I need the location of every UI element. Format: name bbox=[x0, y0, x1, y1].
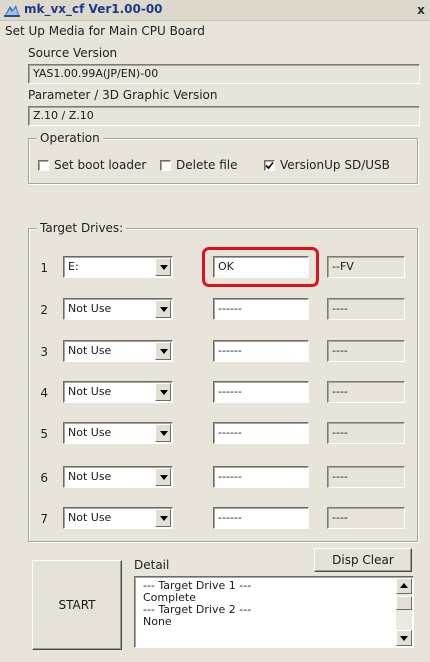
drive-select-value: E: bbox=[68, 260, 79, 273]
checkbox-label: VersionUp SD/USB bbox=[280, 158, 390, 172]
drive-status-6: ------ bbox=[213, 466, 309, 488]
checkbox-box[interactable] bbox=[160, 159, 171, 171]
drive-status-3: ------ bbox=[213, 340, 309, 362]
app-window: mk_vx_cf Ver1.00-00 x Set Up Media for M… bbox=[0, 0, 430, 662]
parameter-version-value: Z.10 / Z.10 bbox=[28, 106, 420, 126]
drive-select-value: Not Use bbox=[68, 426, 112, 439]
scroll-thumb[interactable] bbox=[396, 596, 412, 610]
parameter-version-label: Parameter / 3D Graphic Version bbox=[28, 88, 218, 102]
checkbox-label: Delete file bbox=[176, 158, 238, 172]
delete-file-checkbox[interactable]: Delete file bbox=[160, 158, 238, 172]
drive-fv-3: ---- bbox=[327, 340, 405, 362]
close-button[interactable]: x bbox=[414, 2, 428, 18]
drive-select-7[interactable]: Not Use bbox=[63, 507, 173, 529]
chevron-down-icon[interactable] bbox=[155, 342, 171, 360]
set-boot-loader-checkbox[interactable]: Set boot loader bbox=[38, 158, 146, 172]
drive-select-value: Not Use bbox=[68, 385, 112, 398]
drive-row-number: 1 bbox=[40, 261, 48, 275]
drive-select-1[interactable]: E: bbox=[63, 256, 173, 278]
chevron-down-icon[interactable] bbox=[155, 509, 171, 527]
drive-status-2: ------ bbox=[213, 298, 309, 320]
drive-row-number: 5 bbox=[40, 427, 48, 441]
drive-status-5: ------ bbox=[213, 422, 309, 444]
checkbox-label: Set boot loader bbox=[54, 158, 147, 172]
highlight-box bbox=[202, 247, 319, 287]
drive-status-7: ------ bbox=[213, 507, 309, 529]
disp-clear-button[interactable]: Disp Clear bbox=[314, 548, 412, 572]
drive-select-value: Not Use bbox=[68, 302, 112, 315]
operation-group-title: Operation bbox=[37, 131, 103, 145]
target-drives-group-title: Target Drives: bbox=[37, 221, 127, 235]
drive-row-number: 3 bbox=[40, 345, 48, 359]
detail-line: None bbox=[143, 615, 172, 628]
checkbox-box[interactable] bbox=[264, 159, 275, 171]
drive-select-5[interactable]: Not Use bbox=[63, 422, 173, 444]
chevron-down-icon[interactable] bbox=[155, 383, 171, 401]
detail-label: Detail bbox=[134, 558, 170, 572]
drive-status-4: ------ bbox=[213, 381, 309, 403]
scroll-up-icon[interactable] bbox=[396, 578, 412, 594]
check-mark-icon bbox=[265, 161, 274, 169]
chevron-down-icon[interactable] bbox=[155, 258, 171, 276]
chevron-down-icon[interactable] bbox=[155, 424, 171, 442]
drive-select-value: Not Use bbox=[68, 470, 112, 483]
detail-log-text: --- Target Drive 1 --- Complete --- Targ… bbox=[143, 580, 393, 628]
drive-select-6[interactable]: Not Use bbox=[63, 466, 173, 488]
drive-fv-6: ---- bbox=[327, 466, 405, 488]
checkbox-box[interactable] bbox=[38, 159, 49, 171]
start-button[interactable]: START bbox=[32, 560, 122, 650]
subtitle: Set Up Media for Main CPU Board bbox=[5, 24, 205, 38]
drive-select-value: Not Use bbox=[68, 344, 112, 357]
drive-row-number: 6 bbox=[40, 471, 48, 485]
drive-fv-2: ---- bbox=[327, 298, 405, 320]
drive-select-3[interactable]: Not Use bbox=[63, 340, 173, 362]
window-title: mk_vx_cf Ver1.00-00 bbox=[24, 2, 163, 16]
versionup-sd-usb-checkbox[interactable]: VersionUp SD/USB bbox=[264, 158, 390, 172]
app-icon bbox=[4, 5, 20, 17]
drive-row-number: 7 bbox=[40, 512, 48, 526]
drive-select-value: Not Use bbox=[68, 511, 112, 524]
source-version-label: Source Version bbox=[28, 46, 118, 60]
drive-fv-7: ---- bbox=[327, 507, 405, 529]
drive-row-number: 2 bbox=[40, 303, 48, 317]
chevron-down-icon[interactable] bbox=[155, 468, 171, 486]
scroll-down-icon[interactable] bbox=[396, 630, 412, 646]
drive-fv-4: ---- bbox=[327, 381, 405, 403]
detail-log[interactable]: --- Target Drive 1 --- Complete --- Targ… bbox=[134, 576, 414, 648]
source-version-value: YAS1.00.99A(JP/EN)-00 bbox=[28, 64, 420, 84]
detail-scrollbar[interactable] bbox=[396, 578, 412, 646]
drive-row-number: 4 bbox=[40, 386, 48, 400]
drive-fv-5: ---- bbox=[327, 422, 405, 444]
drive-fv-1: --FV bbox=[327, 256, 405, 278]
title-bar[interactable]: mk_vx_cf Ver1.00-00 x bbox=[0, 0, 430, 21]
chevron-down-icon[interactable] bbox=[155, 300, 171, 318]
drive-select-4[interactable]: Not Use bbox=[63, 381, 173, 403]
drive-select-2[interactable]: Not Use bbox=[63, 298, 173, 320]
